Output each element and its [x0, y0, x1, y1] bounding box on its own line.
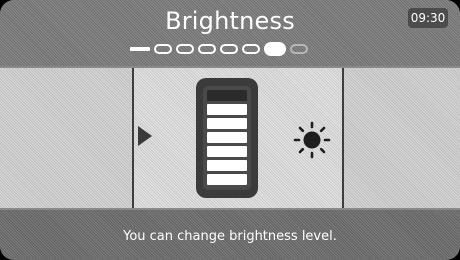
page-dot — [290, 44, 308, 54]
page-indicator — [130, 42, 308, 56]
sun-icon — [293, 121, 331, 159]
page-dot-active — [264, 42, 286, 56]
brightness-segment-off — [207, 160, 247, 171]
page-dot — [154, 44, 172, 54]
page-dot — [198, 44, 216, 54]
page-dot — [220, 44, 238, 54]
page-title: Brightness — [165, 7, 295, 35]
page-dot — [242, 44, 260, 54]
clock-badge: 09:30 — [408, 8, 448, 28]
footer-hint: You can change brightness level. — [123, 229, 337, 244]
column-divider — [342, 68, 344, 208]
brightness-segment-off — [207, 132, 247, 143]
brightness-meter[interactable] — [196, 78, 258, 198]
brightness-segment-off — [207, 118, 247, 129]
brightness-meter-inner — [203, 86, 251, 190]
page-dot — [176, 44, 194, 54]
brightness-segment-off — [207, 146, 247, 157]
header-bar: Brightness 09:30 — [0, 0, 460, 66]
device-screen: Brightness 09:30 You can change brightne… — [0, 0, 460, 260]
brightness-segment-on — [207, 90, 247, 101]
arrow-right-icon[interactable] — [138, 126, 152, 146]
brightness-segment-off — [207, 104, 247, 115]
next-panel[interactable] — [344, 68, 460, 208]
page-indicator-dash — [130, 47, 150, 51]
brightness-segment-off — [207, 174, 247, 185]
column-divider — [132, 68, 134, 208]
previous-panel[interactable] — [0, 68, 132, 208]
